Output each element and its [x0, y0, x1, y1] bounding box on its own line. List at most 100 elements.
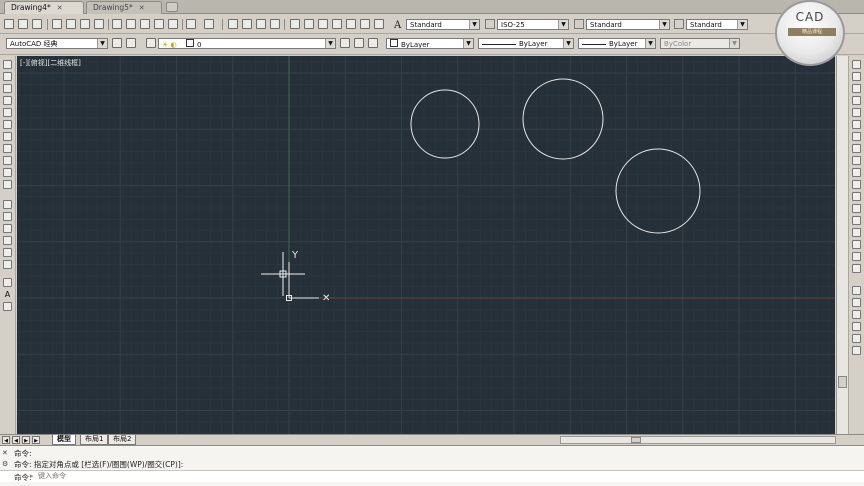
wrench-icon[interactable]: ⚙	[2, 460, 10, 468]
construction-line-icon[interactable]	[3, 72, 12, 81]
revision-cloud-icon[interactable]	[3, 144, 12, 153]
tool-palettes-icon[interactable]	[318, 19, 328, 29]
scrollbar-thumb[interactable]	[631, 437, 641, 443]
publish-icon[interactable]	[80, 19, 90, 29]
close-icon[interactable]: ✕	[139, 4, 145, 12]
multileader-style-select[interactable]: Standard ▼	[686, 19, 748, 30]
quickcalc-icon[interactable]	[360, 19, 370, 29]
region-icon[interactable]	[3, 260, 12, 269]
block-editor-icon[interactable]	[168, 19, 178, 29]
markup-icon[interactable]	[346, 19, 356, 29]
fillet-icon[interactable]	[852, 240, 861, 249]
gradient-icon[interactable]	[3, 248, 12, 257]
redo-icon[interactable]	[204, 19, 214, 29]
tab-drawing5[interactable]: Drawing5* ✕	[86, 1, 162, 14]
properties-icon[interactable]	[290, 19, 300, 29]
tab-drawing4[interactable]: Drawing4* ✕	[4, 1, 84, 14]
cut-icon[interactable]	[112, 19, 122, 29]
match-properties-icon[interactable]	[154, 19, 164, 29]
ellipse-arc-icon[interactable]	[3, 180, 12, 189]
array-icon[interactable]	[852, 108, 861, 117]
multiline-text-icon[interactable]: A	[3, 290, 12, 299]
bring-above-icon[interactable]	[852, 322, 861, 331]
arc-icon[interactable]	[3, 120, 12, 129]
polyline-icon[interactable]	[3, 84, 12, 93]
close-icon[interactable]: ✕	[2, 449, 10, 457]
tab-model[interactable]: 模型	[52, 435, 76, 445]
workspace-settings-icon[interactable]	[112, 38, 122, 48]
vertical-scrollbar[interactable]	[836, 56, 848, 434]
design-center-icon[interactable]	[304, 19, 314, 29]
zoom-previous-icon[interactable]	[270, 19, 280, 29]
make-block-icon[interactable]	[3, 212, 12, 221]
zoom-window-icon[interactable]	[256, 19, 266, 29]
plot-preview-icon[interactable]	[66, 19, 76, 29]
line-icon[interactable]	[3, 60, 12, 69]
bring-front-icon[interactable]	[852, 298, 861, 307]
undo-icon[interactable]	[186, 19, 196, 29]
scrollbar-thumb[interactable]	[838, 376, 847, 388]
spline-icon[interactable]	[3, 156, 12, 165]
join-icon[interactable]	[852, 216, 861, 225]
workspace-select[interactable]: AutoCAD 经典 ▼	[6, 38, 108, 49]
make-current-layer-icon[interactable]	[340, 38, 350, 48]
text-front-icon[interactable]	[852, 346, 861, 355]
layer-properties-icon[interactable]	[146, 38, 156, 48]
drawing-area[interactable]: ✕Y	[17, 56, 835, 434]
table-style-select[interactable]: Standard ▼	[586, 19, 670, 30]
lineweight-select[interactable]: ByLayer ▼	[578, 38, 656, 49]
dim-style-select[interactable]: ISO-25 ▼	[497, 19, 569, 30]
erase-icon[interactable]	[852, 60, 861, 69]
offset-icon[interactable]	[852, 96, 861, 105]
new-icon[interactable]	[4, 19, 14, 29]
draw-order-icon[interactable]	[852, 286, 861, 295]
scale-icon[interactable]	[852, 144, 861, 153]
layer-state-icon[interactable]	[368, 38, 378, 48]
point-icon[interactable]	[3, 224, 12, 233]
layer-previous-icon[interactable]	[354, 38, 364, 48]
viewport-controls-label[interactable]: [-][俯视][二维线框]	[20, 58, 81, 68]
send-back-icon[interactable]	[852, 310, 861, 319]
rectangle-icon[interactable]	[3, 108, 12, 117]
close-icon[interactable]: ✕	[57, 4, 63, 12]
break-at-point-icon[interactable]	[852, 192, 861, 201]
open-icon[interactable]	[18, 19, 28, 29]
break-icon[interactable]	[852, 204, 861, 213]
command-input[interactable]	[38, 471, 338, 481]
send-under-icon[interactable]	[852, 334, 861, 343]
mirror-icon[interactable]	[852, 84, 861, 93]
add-selected-icon[interactable]	[3, 302, 12, 311]
copy-object-icon[interactable]	[852, 72, 861, 81]
sheet-set-icon[interactable]	[332, 19, 342, 29]
plot-icon[interactable]	[52, 19, 62, 29]
extend-icon[interactable]	[852, 180, 861, 189]
prev-tab-icon[interactable]: ◀	[12, 436, 20, 444]
chamfer-icon[interactable]	[852, 228, 861, 237]
save-icon[interactable]	[32, 19, 42, 29]
copy-icon[interactable]	[126, 19, 136, 29]
ellipse-icon[interactable]	[3, 168, 12, 177]
text-style-select[interactable]: Standard ▼	[406, 19, 480, 30]
next-tab-icon[interactable]: ▶	[22, 436, 30, 444]
pan-icon[interactable]	[228, 19, 238, 29]
new-tab-button[interactable]	[166, 2, 178, 12]
hatch-icon[interactable]	[3, 236, 12, 245]
polygon-icon[interactable]	[3, 96, 12, 105]
help-icon[interactable]	[374, 19, 384, 29]
drawing-canvas[interactable]: ✕ Y	[17, 56, 835, 434]
tab-layout1[interactable]: 布局1	[80, 435, 109, 445]
trim-icon[interactable]	[852, 168, 861, 177]
rotate-icon[interactable]	[852, 132, 861, 141]
workspace-lock-icon[interactable]	[126, 38, 136, 48]
stretch-icon[interactable]	[852, 156, 861, 165]
3d-print-icon[interactable]	[94, 19, 104, 29]
layer-select[interactable]: ☀ ◐ 0 ▼	[158, 38, 336, 49]
paste-icon[interactable]	[140, 19, 150, 29]
linetype-select[interactable]: ByLayer ▼	[478, 38, 574, 49]
first-tab-icon[interactable]: ◀	[2, 436, 10, 444]
last-tab-icon[interactable]: ▶	[32, 436, 40, 444]
horizontal-scrollbar[interactable]	[560, 436, 836, 444]
color-select[interactable]: ByLayer ▼	[386, 38, 474, 49]
move-icon[interactable]	[852, 120, 861, 129]
table-icon[interactable]	[3, 278, 12, 287]
